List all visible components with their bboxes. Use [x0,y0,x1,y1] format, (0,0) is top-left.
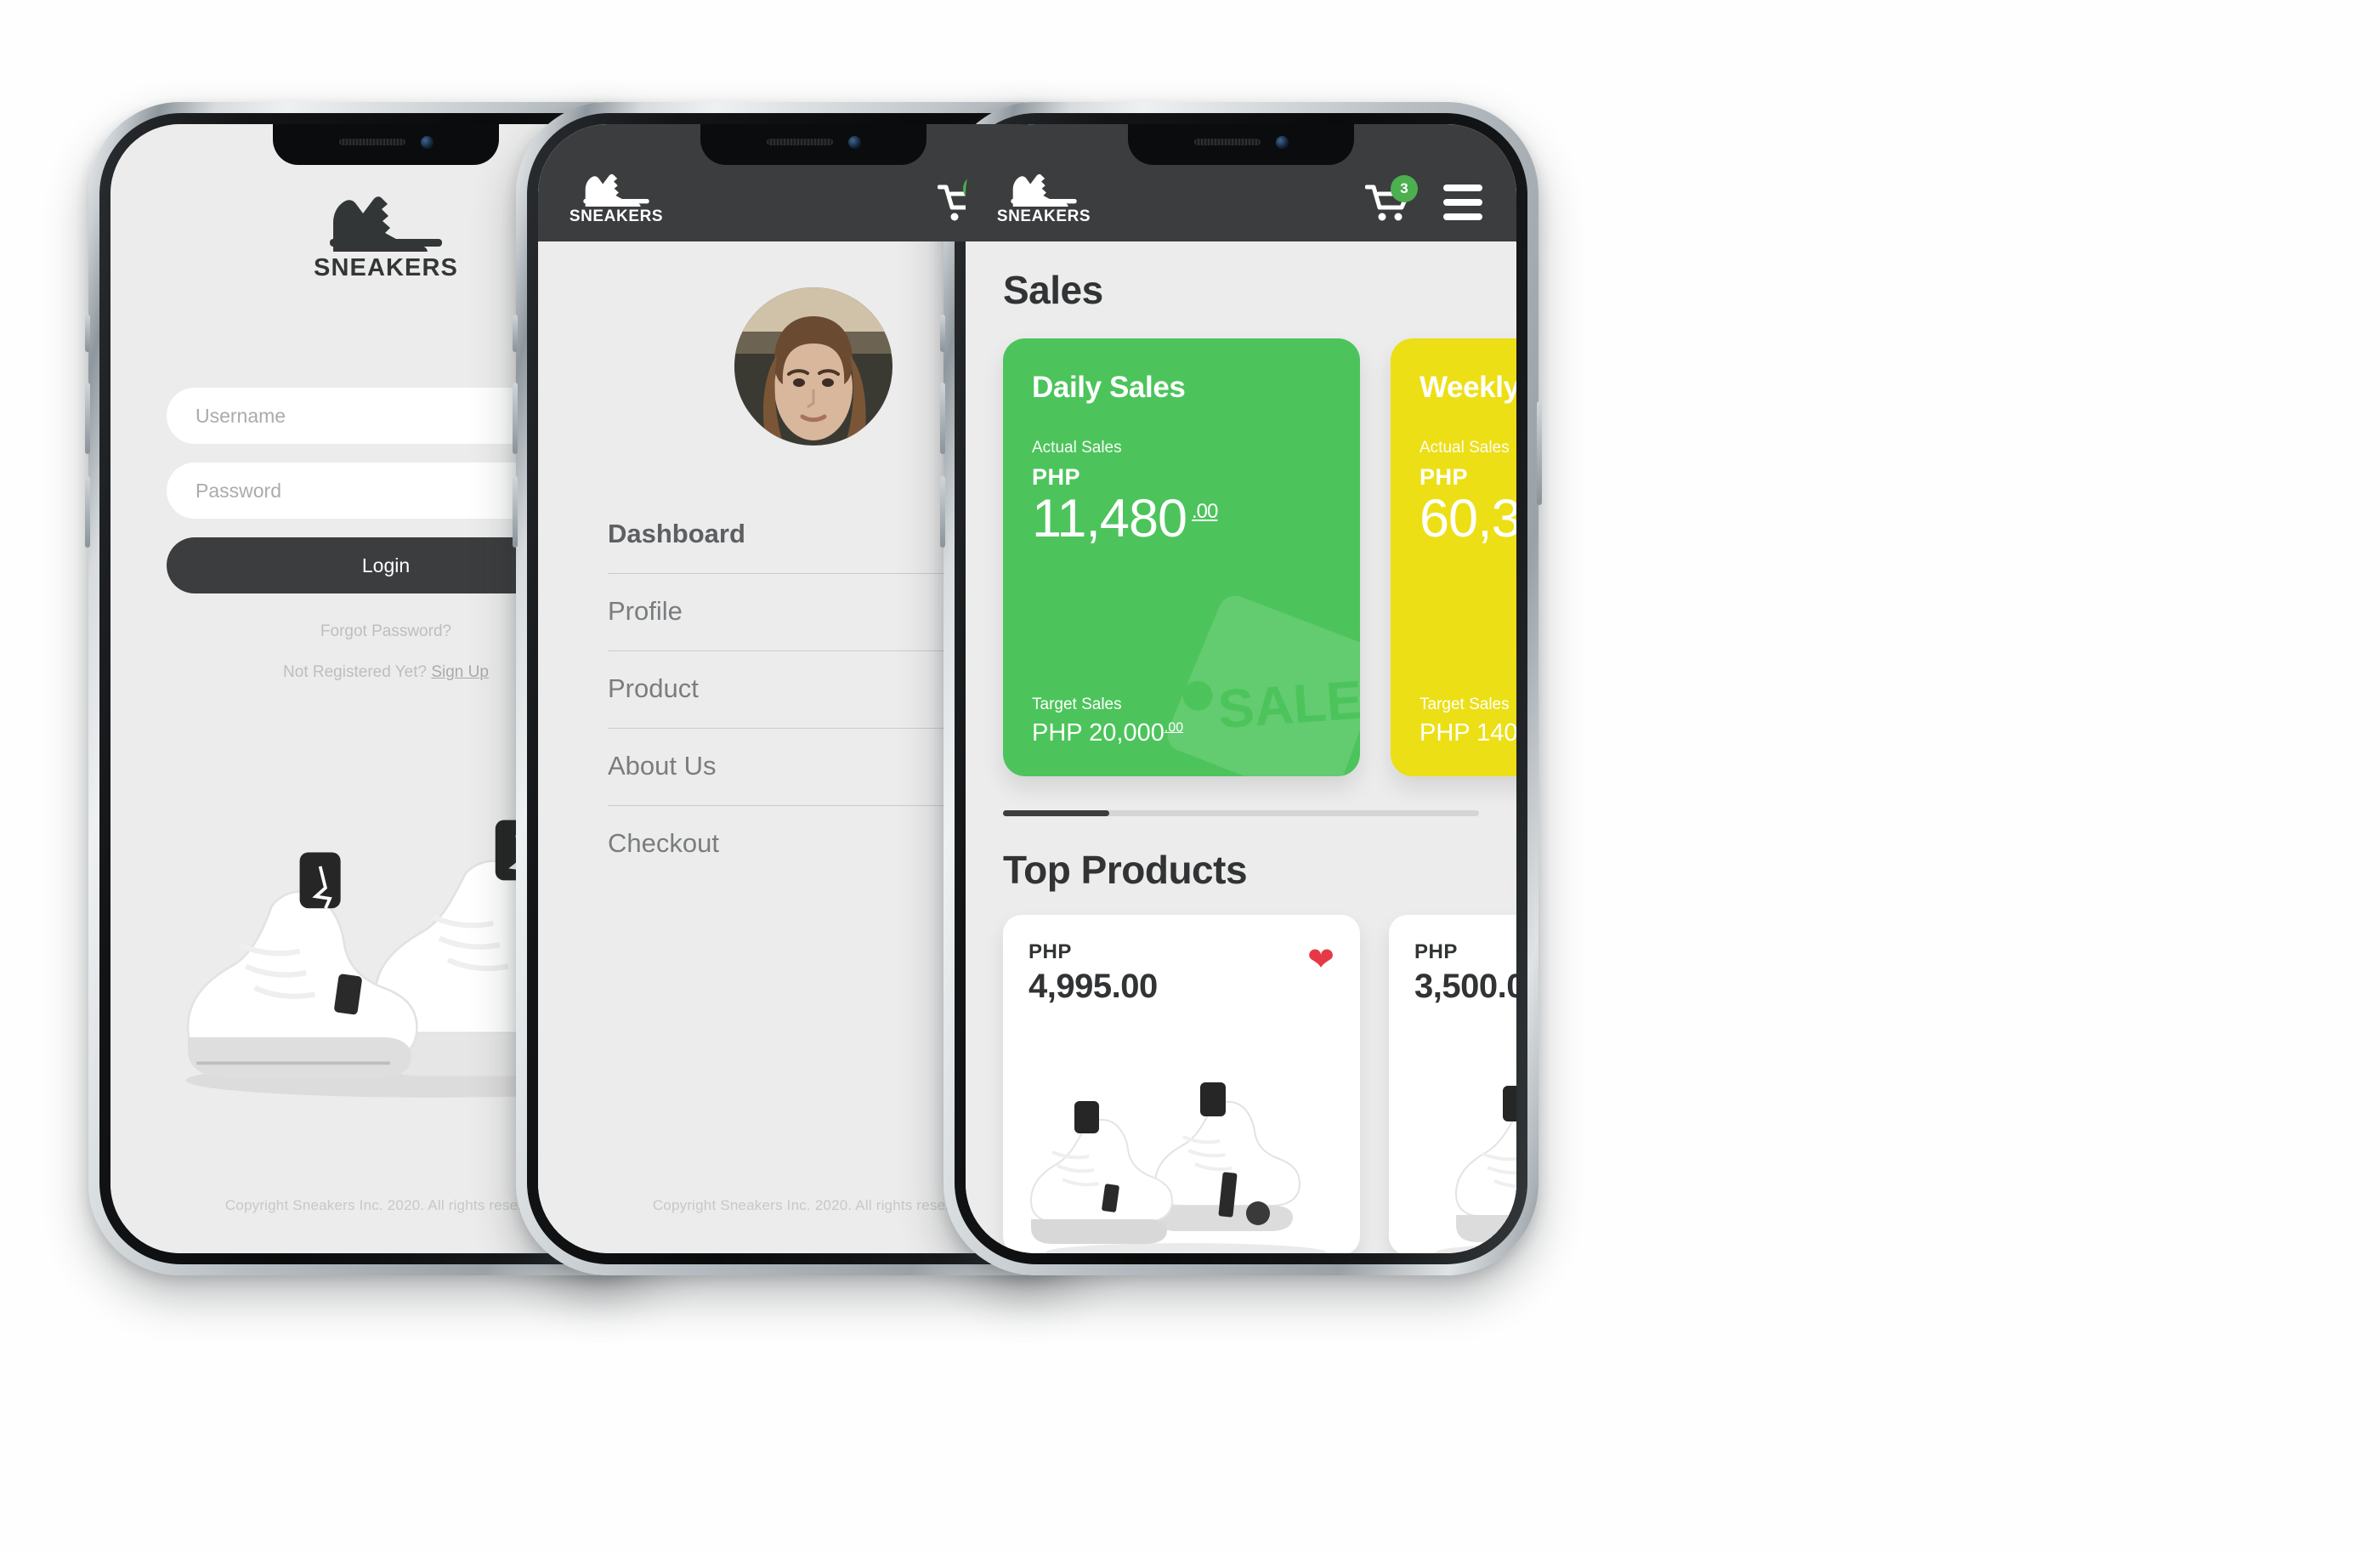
volume-up-button[interactable] [85,383,90,454]
product-sneaker-image [1029,1082,1326,1253]
actual-sales-amount: 11,480.00 [1032,492,1331,546]
menu-label: Product [608,673,699,703]
sales-card-daily[interactable]: SALE Daily Sales Actual Sales PHP 11,480… [1003,338,1360,776]
signup-link[interactable]: Sign Up [431,663,489,681]
amount-value: 11,480 [1032,489,1187,548]
sneaker-shoe-icon [583,173,649,207]
user-avatar-photo [734,287,892,446]
mute-switch[interactable] [85,315,90,352]
header-brand-logo[interactable]: SNEAKERS [569,167,664,226]
product-currency: PHP [1414,940,1458,963]
target-value: PHP 140,000 [1420,719,1516,747]
sneaker-shoe-icon [329,196,442,252]
device-notch [273,124,499,165]
front-camera-icon [847,135,861,149]
sales-heading: Sales [1003,268,1103,312]
top-products-heading: Top Products [1003,848,1248,892]
cart-button[interactable]: 3 [1364,175,1418,223]
sneaker-shoe-icon [1011,173,1077,207]
earpiece-speaker-icon [338,139,405,145]
target-sales-block: Target Sales PHP 140,000.00 [1420,696,1516,747]
header-brand-logo[interactable]: SNEAKERS [996,167,1091,226]
volume-up-button[interactable] [940,383,945,454]
menu-label: About Us [608,751,717,781]
earpiece-speaker-icon [766,139,833,145]
sales-card-carousel[interactable]: SALE Daily Sales Actual Sales PHP 11,480… [966,313,1516,776]
actual-sales-label: Actual Sales [1032,439,1122,457]
menu-label: Profile [608,596,683,626]
product-currency: PHP [1028,940,1072,963]
favorite-heart-icon[interactable]: ❤ [1307,944,1334,976]
brand-name: SNEAKERS [996,207,1091,225]
mute-switch[interactable] [513,315,518,352]
mockup-stage: SNEAKERS Login Forgot Password? Not Regi… [0,0,2380,1550]
earpiece-speaker-icon [1193,139,1261,145]
product-price: 3,500.00 [1414,968,1516,1005]
product-card[interactable]: PHP 3,500.00 [1389,915,1516,1253]
target-sales-label: Target Sales [1032,696,1122,713]
target-sales-block: Target Sales PHP 20,000.00 [1032,696,1331,747]
volume-down-button[interactable] [940,476,945,548]
brand-name: SNEAKERS [314,254,458,281]
signup-prompt-text: Not Registered Yet? [283,663,428,681]
user-avatar[interactable] [734,287,892,446]
card-title: Weekly Sales [1420,371,1516,404]
phone-dashboard: SNEAKERS 3 Sales SALE Daily Sales Actual… [940,102,1542,1275]
product-sneaker-image [1436,1086,1516,1253]
amount-cents: .00 [1192,500,1218,523]
brand-name: SNEAKERS [569,207,664,225]
actual-sales-amount: 60,350.00 [1420,492,1516,546]
dashboard-content: Sales SALE Daily Sales Actual Sales PHP … [966,241,1516,1253]
front-camera-icon [420,135,434,149]
target-value: PHP 20,000 [1032,719,1164,747]
target-sales-label: Target Sales [1420,696,1510,713]
device-notch [1128,124,1354,165]
hamburger-menu-icon[interactable] [1443,185,1482,220]
menu-label: Dashboard [608,519,745,548]
target-sales-amount: PHP 140,000.00 [1420,719,1516,747]
volume-up-button[interactable] [513,383,518,454]
amount-value: 60,350 [1420,489,1516,548]
product-card[interactable]: PHP 4,995.00 ❤ [1003,915,1360,1253]
target-cents: .00 [1164,720,1184,735]
cart-badge: 3 [1391,175,1418,202]
header-actions: 3 [1364,175,1482,226]
front-camera-icon [1275,135,1289,149]
mute-switch[interactable] [940,315,945,352]
power-button[interactable] [1537,401,1542,505]
dashboard-screen: SNEAKERS 3 Sales SALE Daily Sales Actual… [966,124,1516,1253]
volume-down-button[interactable] [513,476,518,548]
sales-card-weekly[interactable]: Weekly Sales Actual Sales PHP 60,350.00 … [1391,338,1516,776]
brand-logo: SNEAKERS [314,185,458,282]
target-sales-amount: PHP 20,000.00 [1032,719,1331,747]
carousel-scroll-indicator[interactable] [1003,810,1479,816]
menu-label: Checkout [608,828,719,858]
volume-down-button[interactable] [85,476,90,548]
device-notch [700,124,926,165]
product-price: 4,995.00 [1028,968,1158,1005]
product-carousel[interactable]: PHP 4,995.00 ❤ PHP 3,500.0 [966,893,1516,1253]
actual-sales-label: Actual Sales [1420,439,1510,457]
card-title: Daily Sales [1032,371,1186,404]
currency-label: PHP [1032,464,1081,490]
currency-label: PHP [1420,464,1469,490]
